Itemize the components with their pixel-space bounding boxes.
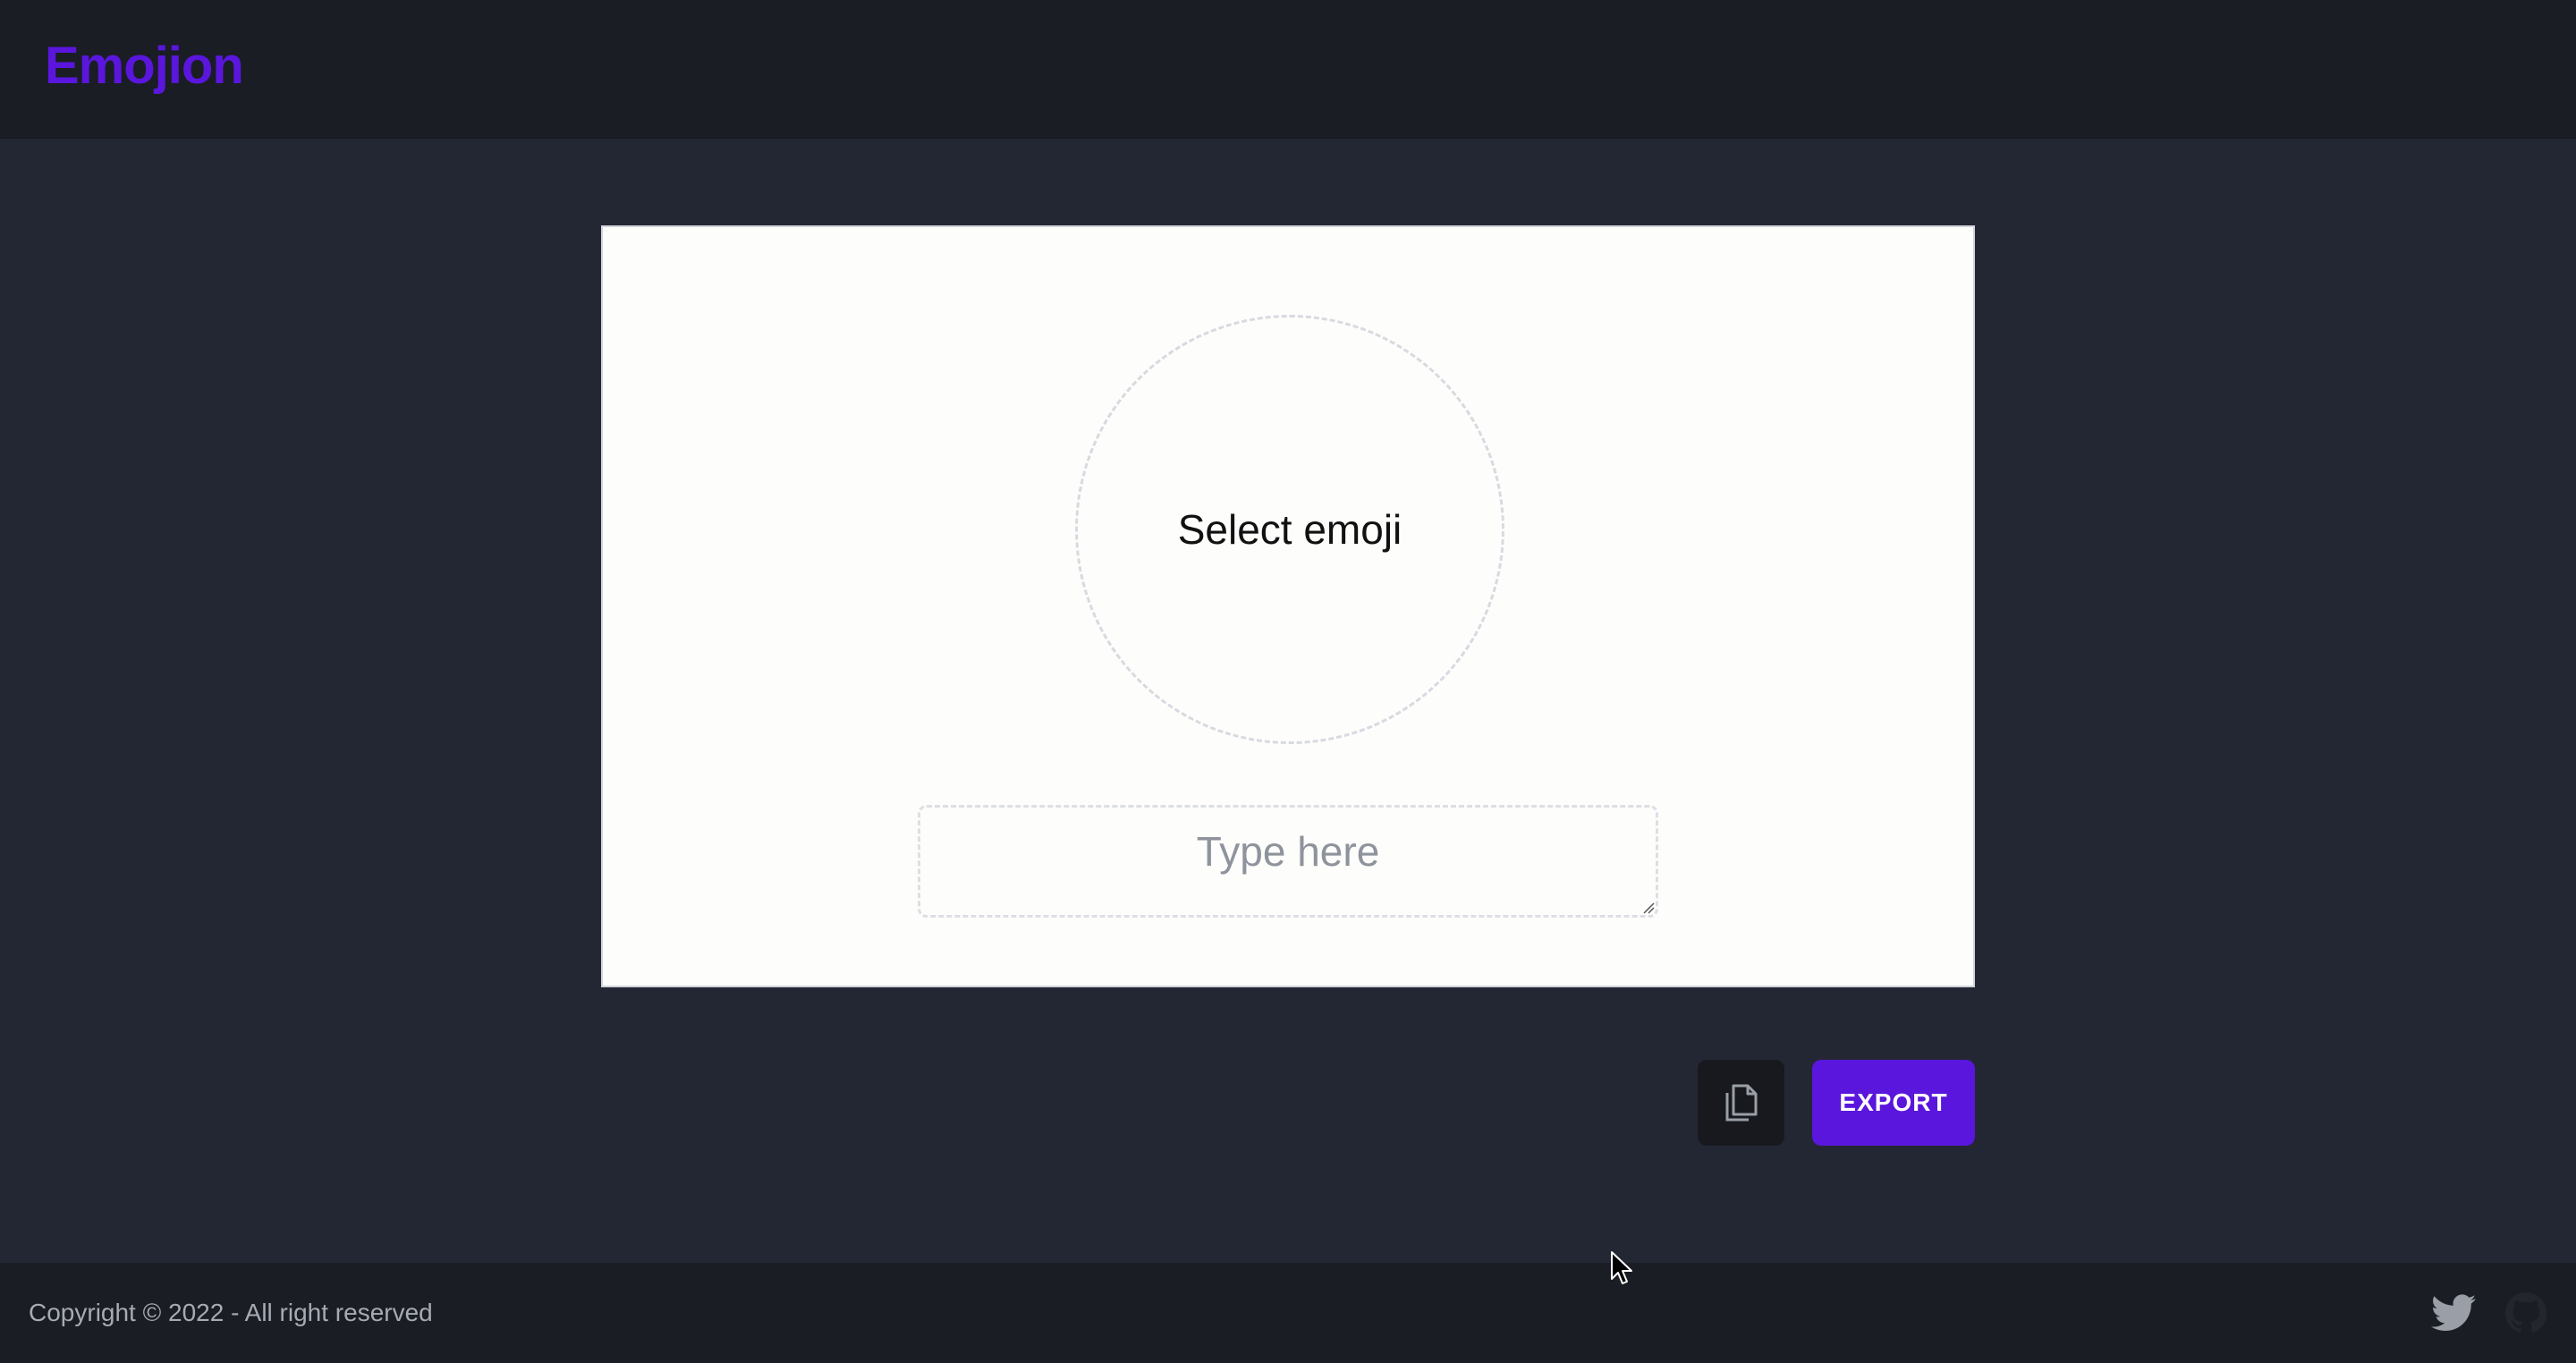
copy-icon — [1725, 1084, 1757, 1122]
emoji-canvas-card: Select emoji — [601, 225, 1975, 987]
select-emoji-button[interactable]: Select emoji — [1075, 315, 1504, 744]
twitter-icon[interactable] — [2431, 1293, 2476, 1333]
github-icon[interactable] — [2504, 1291, 2547, 1334]
resize-handle-icon[interactable] — [1642, 902, 1655, 914]
footer: Copyright © 2022 - All right reserved — [0, 1263, 2576, 1363]
caption-text-input[interactable] — [918, 805, 1658, 918]
top-navbar: Emojion — [0, 0, 2576, 139]
export-button[interactable]: EXPORT — [1812, 1060, 1975, 1146]
copyright-text: Copyright © 2022 - All right reserved — [29, 1299, 433, 1326]
copy-button[interactable] — [1698, 1060, 1784, 1146]
app-logo-text[interactable]: Emojion — [45, 36, 244, 96]
select-emoji-label: Select emoji — [1177, 506, 1402, 553]
